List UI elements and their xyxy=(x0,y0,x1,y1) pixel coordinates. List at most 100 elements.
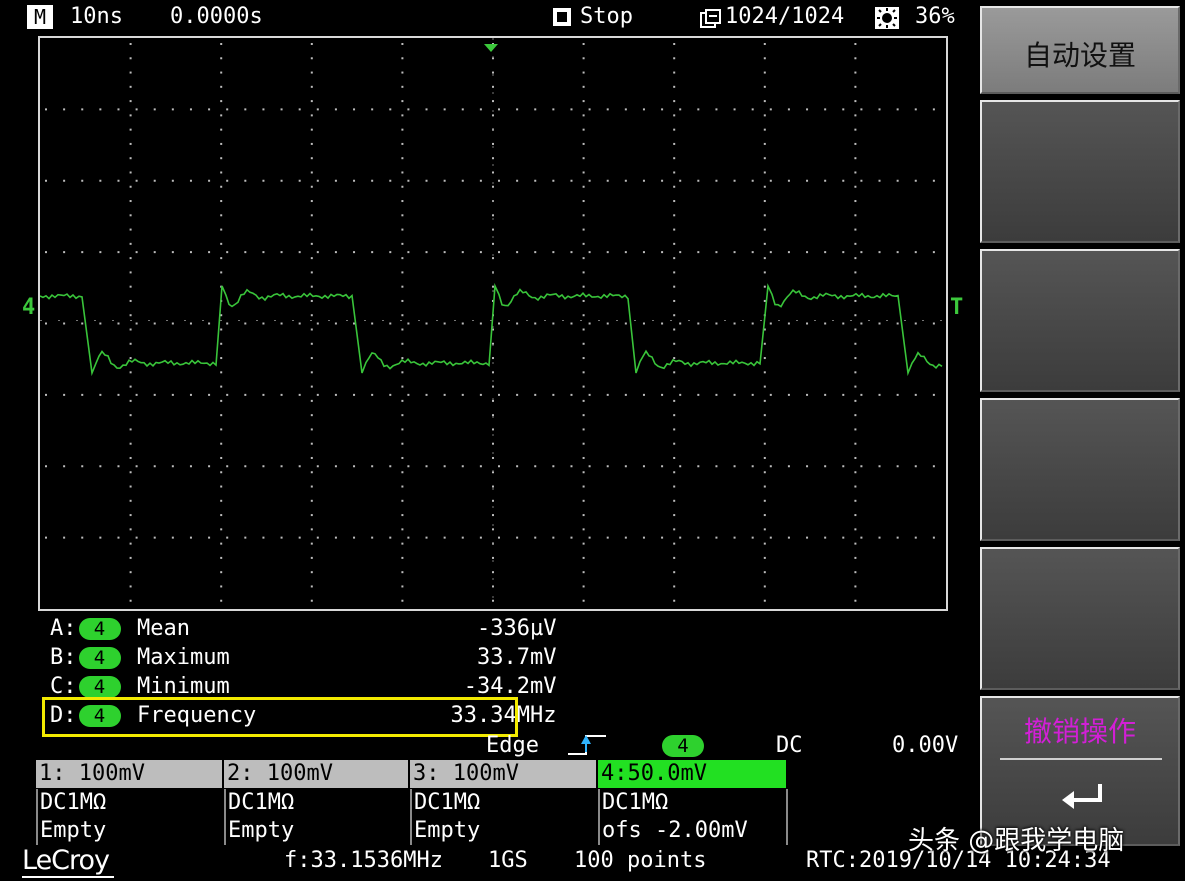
grid-dot xyxy=(763,114,766,117)
grid-dot xyxy=(588,179,591,182)
grid-dot xyxy=(371,536,374,539)
grid-dot xyxy=(189,465,192,468)
grid-dot xyxy=(763,471,766,474)
grid-dot xyxy=(534,251,537,254)
grid-dot xyxy=(310,556,313,559)
softkey-auto-setup[interactable]: 自动设置 xyxy=(980,6,1180,94)
grid-dot xyxy=(582,157,585,160)
channel-2-header[interactable]: 2: 100mV xyxy=(224,760,408,788)
grid-dot xyxy=(854,71,857,74)
grid-dot xyxy=(153,465,156,468)
grid-dot xyxy=(582,414,585,417)
grid-dot xyxy=(117,465,120,468)
measurement-row[interactable]: A: 4 Mean -336µV xyxy=(50,616,557,641)
grid-dot xyxy=(763,100,766,103)
grid-dot xyxy=(310,471,313,474)
grid-dot xyxy=(914,322,917,325)
grid-dot xyxy=(461,465,464,468)
grid-dot xyxy=(244,536,247,539)
grid-dot xyxy=(492,428,494,431)
waveform-display[interactable] xyxy=(38,36,948,611)
channel-3-header[interactable]: 3: 100mV xyxy=(410,760,596,788)
grid-dot xyxy=(401,185,404,188)
measurement-row[interactable]: C: 4 Minimum -34.2mV xyxy=(50,674,557,699)
trigger-position-marker[interactable] xyxy=(484,38,498,57)
grid-dot xyxy=(129,200,132,203)
grid-dot xyxy=(129,314,132,317)
grid-dot xyxy=(552,536,555,539)
trigger-coupling[interactable]: DC xyxy=(776,733,803,758)
trigger-source-pill: 4 xyxy=(662,735,704,757)
intensity-readout[interactable]: 36% xyxy=(915,4,955,29)
channel-4-offset-marker[interactable]: 4 xyxy=(22,295,35,320)
grid-dot xyxy=(310,585,313,588)
grid-dot xyxy=(407,465,410,468)
grid-dot xyxy=(401,314,404,317)
timebase-readout[interactable]: 10ns xyxy=(70,4,123,29)
grid-dot xyxy=(401,142,404,145)
grid-dot xyxy=(129,271,132,274)
channel-status: Empty xyxy=(228,818,295,843)
grid-dot xyxy=(443,179,446,182)
grid-dot xyxy=(443,322,446,325)
grid-dot xyxy=(673,499,676,502)
softkey-2[interactable] xyxy=(980,100,1180,243)
trigger-type[interactable]: Edge xyxy=(486,733,539,758)
grid-dot xyxy=(407,322,410,325)
grid-dot xyxy=(99,179,102,182)
channel-coupling: DC1MΩ xyxy=(228,790,295,815)
channel-1-info[interactable]: DC1MΩ Empty xyxy=(36,789,222,845)
measurement-row[interactable]: B: 4 Maximum 33.7mV xyxy=(50,645,557,670)
grid-dot xyxy=(854,157,857,160)
grid-dot xyxy=(407,179,410,182)
grid-dot xyxy=(606,108,609,111)
grid-dot xyxy=(552,251,555,254)
channel-status: Empty xyxy=(414,818,481,843)
grid-dot xyxy=(244,251,247,254)
grid-dot xyxy=(673,128,676,131)
grid-dot xyxy=(208,536,211,539)
grid-dot xyxy=(498,393,500,396)
grid-dot xyxy=(189,322,192,325)
trigger-source[interactable]: 4 xyxy=(662,735,704,757)
channel-status: ofs -2.00mV xyxy=(602,818,748,843)
channel-2-info[interactable]: DC1MΩ Empty xyxy=(224,789,408,845)
delay-readout[interactable]: 0.0000s xyxy=(170,4,263,29)
grid-dot xyxy=(45,251,47,254)
measurement-channel-pill: 4 xyxy=(78,676,121,698)
trigger-level[interactable]: 0.00V xyxy=(892,733,958,758)
grid-dot xyxy=(842,465,845,468)
grid-dot xyxy=(389,322,392,325)
measurement-slot: B: xyxy=(50,645,77,670)
rising-edge-icon xyxy=(566,732,608,760)
softkey-4[interactable] xyxy=(980,398,1180,541)
grid-dot xyxy=(129,185,132,188)
grid-dot xyxy=(310,271,313,274)
grid-dot xyxy=(220,171,223,174)
grid-dot xyxy=(401,385,404,388)
grid-dot xyxy=(226,322,229,325)
channel-1-header[interactable]: 1: 100mV xyxy=(36,760,222,788)
grid-dot xyxy=(129,399,132,402)
grid-dot xyxy=(220,43,223,45)
grid-dot xyxy=(492,71,494,74)
grid-dot xyxy=(129,228,132,231)
grid-dot xyxy=(854,442,857,445)
grid-dot xyxy=(582,556,585,559)
grid-dot xyxy=(715,322,718,325)
grid-dot xyxy=(129,385,132,388)
channel-4-info[interactable]: DC1MΩ ofs -2.00mV xyxy=(598,789,786,845)
grid-dot xyxy=(220,242,223,245)
grid-dot xyxy=(582,542,585,545)
grid-dot xyxy=(854,314,857,317)
channel-4-header[interactable]: 4:50.0mV xyxy=(598,760,786,788)
grid-dot xyxy=(135,179,138,182)
grid-dot xyxy=(189,108,192,111)
grid-dot xyxy=(401,171,404,174)
softkey-3[interactable] xyxy=(980,249,1180,392)
run-state[interactable]: Stop xyxy=(580,4,633,29)
channel-3-info[interactable]: DC1MΩ Empty xyxy=(410,789,596,845)
softkey-5[interactable] xyxy=(980,547,1180,690)
trigger-level-marker[interactable]: T xyxy=(950,295,963,320)
grid-dot xyxy=(189,251,192,254)
